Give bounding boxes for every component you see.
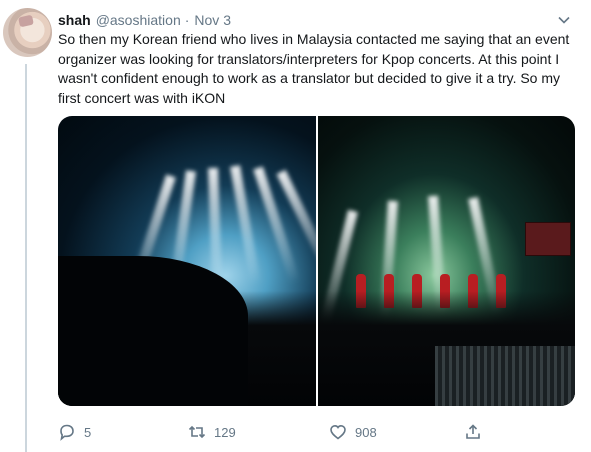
share-button[interactable] <box>464 420 482 444</box>
like-count: 908 <box>355 424 377 440</box>
tweet-media[interactable] <box>58 116 575 406</box>
like-button[interactable]: 908 <box>329 420 377 444</box>
retweet-icon <box>188 425 206 439</box>
reply-button[interactable]: 5 <box>58 420 91 444</box>
avatar[interactable] <box>3 8 52 57</box>
thread-line <box>25 64 27 452</box>
concert-photo-right[interactable] <box>317 116 575 406</box>
heart-icon <box>330 424 346 440</box>
reply-icon <box>60 424 74 441</box>
chevron-down-icon[interactable] <box>557 13 571 27</box>
retweet-count: 129 <box>214 424 236 440</box>
reply-count: 5 <box>84 424 92 440</box>
mixing-console <box>435 346 575 406</box>
share-icon <box>466 424 480 439</box>
author-handle[interactable]: @asoshiation <box>96 12 181 28</box>
concert-photo-left[interactable] <box>58 116 316 406</box>
tweet-actions: 5 129 908 <box>58 420 528 444</box>
separator-dot: · <box>184 12 190 28</box>
audience-silhouette <box>58 256 248 406</box>
tweet-text: So then my Korean friend who lives in Ma… <box>58 31 570 106</box>
author-name[interactable]: shah <box>58 12 91 28</box>
retweet-button[interactable]: 129 <box>188 420 236 444</box>
light-beam <box>230 165 261 286</box>
tweet-date[interactable]: Nov 3 <box>194 12 231 28</box>
stage-screen <box>525 222 571 256</box>
tweet-header: shah @asoshiation · Nov 3 <box>58 10 591 30</box>
